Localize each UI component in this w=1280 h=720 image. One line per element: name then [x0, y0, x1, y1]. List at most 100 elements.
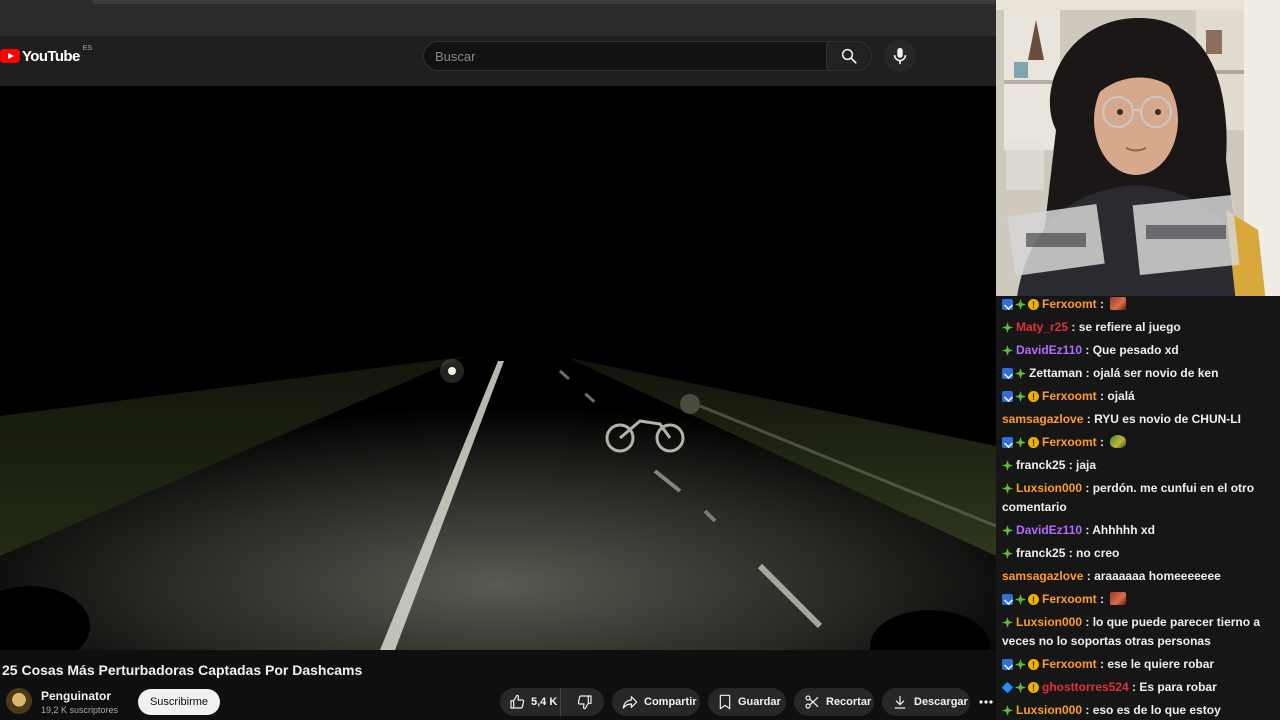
chat-username[interactable]: DavidEz110: [1016, 523, 1082, 537]
star-badge-icon: [1002, 617, 1013, 628]
star-badge-icon: [1015, 682, 1026, 693]
more-actions-button[interactable]: [976, 688, 996, 716]
chat-badges: [1002, 591, 1039, 610]
share-button[interactable]: Compartir: [612, 688, 700, 716]
chat-text: jaja: [1076, 458, 1097, 472]
chat-separator: :: [1082, 366, 1094, 380]
chat-badges: [1002, 388, 1039, 407]
chat-username[interactable]: Luxsion000: [1016, 615, 1082, 629]
chat-message: Ferxoomt :: [1002, 588, 1274, 611]
chat-separator: :: [1096, 297, 1108, 311]
dashcam-video-frame: [0, 86, 996, 650]
chat-message: Zettaman : ojalá ser novio de ken: [1002, 362, 1274, 385]
download-button[interactable]: Descargar: [882, 688, 970, 716]
prime-badge-icon: [1002, 391, 1013, 402]
chat-separator: :: [1096, 435, 1108, 449]
chat-badges: [1002, 296, 1039, 315]
star-badge-icon: [1015, 368, 1026, 379]
chat-text: no creo: [1076, 546, 1120, 560]
voice-search-button[interactable]: [884, 40, 916, 72]
chat-text: RYU es novio de CHUN-LI: [1094, 412, 1241, 426]
prime-badge-icon: [1002, 594, 1013, 605]
chat-message: DavidEz110 : Ahhhhh xd: [1002, 519, 1274, 542]
bookmark-icon: [718, 694, 732, 710]
chat-username[interactable]: Luxsion000: [1016, 703, 1082, 717]
scissors-icon: [804, 694, 820, 710]
share-label: Compartir: [644, 696, 697, 708]
youtube-play-icon: [0, 49, 20, 63]
chat-separator: :: [1065, 458, 1077, 472]
save-label: Guardar: [738, 696, 781, 708]
chat-username[interactable]: franck25: [1016, 458, 1065, 472]
region-code: ES: [82, 44, 93, 52]
chat-text: Es para robar: [1139, 680, 1217, 694]
chat-badges: [1002, 617, 1013, 628]
chat-badges: [1002, 705, 1013, 716]
subscriber-count: 19,2 K suscriptores: [41, 705, 119, 715]
chat-badges: [1002, 368, 1026, 379]
chat-emote-icon: [1110, 592, 1127, 605]
chat-username[interactable]: Maty_r25: [1016, 320, 1068, 334]
chat-badges: [1002, 656, 1039, 675]
dislike-button[interactable]: [567, 688, 604, 716]
chat-message: Ferxoomt : ojalá: [1002, 385, 1274, 408]
prime-badge-icon: [1002, 659, 1013, 670]
video-player[interactable]: [0, 86, 996, 650]
chat-username[interactable]: Zettaman: [1029, 366, 1082, 380]
star-badge-icon: [1002, 525, 1013, 536]
chat-username[interactable]: Ferxoomt: [1042, 435, 1097, 449]
chat-badges: [1002, 525, 1013, 536]
chat-username[interactable]: samsagazlove: [1002, 412, 1083, 426]
like-button[interactable]: 5,4 K: [500, 688, 561, 716]
chat-username[interactable]: DavidEz110: [1016, 343, 1082, 357]
search-icon: [840, 47, 858, 65]
thumbs-up-icon: [509, 694, 525, 710]
chat-text: ojalá: [1107, 389, 1135, 403]
chat-message: Ferxoomt : ese le quiere robar: [1002, 653, 1274, 676]
thumbs-down-icon: [577, 694, 593, 710]
chat-message: ghosttorres524 : Es para robar: [1001, 676, 1274, 699]
search-button[interactable]: [826, 41, 872, 71]
browser-tab-edge: [92, 0, 996, 4]
chat-username[interactable]: Luxsion000: [1016, 481, 1082, 495]
chat-username[interactable]: ghosttorres524: [1042, 680, 1129, 694]
chat-username[interactable]: Ferxoomt: [1042, 297, 1097, 311]
download-icon: [892, 694, 908, 710]
like-dislike-group: 5,4 K: [500, 688, 604, 716]
chat-emote-icon: [1110, 435, 1127, 448]
chat-username[interactable]: Ferxoomt: [1042, 657, 1097, 671]
chat-message: Ferxoomt :: [1002, 296, 1274, 316]
chat-username[interactable]: Ferxoomt: [1042, 389, 1097, 403]
channel-name[interactable]: Penguinator: [41, 689, 111, 703]
chat-message: Luxsion000 : lo que puede parecer tierno…: [1002, 611, 1274, 653]
star-badge-icon: [1015, 659, 1026, 670]
chat-separator: :: [1082, 523, 1093, 537]
chat-message: Luxsion000 : perdón. me cunfui en el otr…: [1002, 477, 1274, 519]
chat-username[interactable]: samsagazlove: [1002, 569, 1083, 583]
chat-message: franck25 : no creo: [1002, 542, 1274, 565]
channel-avatar[interactable]: [6, 688, 32, 714]
chat-text: Que pesado xd: [1092, 343, 1179, 357]
video-title[interactable]: 25 Cosas Más Perturbadoras Captadas Por …: [2, 662, 362, 678]
coin-badge-icon: [1028, 591, 1039, 610]
chat-badges: [1002, 345, 1013, 356]
coin-badge-icon: [1028, 656, 1039, 675]
chat-username[interactable]: franck25: [1016, 546, 1065, 560]
chat-emote-icon: [1110, 297, 1127, 310]
stream-layout: YouTube ES Buscar 25 Cosas Más Perturbad…: [0, 0, 1280, 720]
chat-message: Maty_r25 : se refiere al juego: [1002, 316, 1274, 339]
chat-badges: [1002, 434, 1039, 453]
chat-separator: :: [1083, 569, 1095, 583]
chat-text: ese le quiere robar: [1107, 657, 1215, 671]
chat-text: se refiere al juego: [1078, 320, 1181, 334]
chat-username[interactable]: Ferxoomt: [1042, 592, 1097, 606]
cube-badge-icon: [1001, 681, 1014, 694]
search-box: [423, 41, 827, 71]
clip-button[interactable]: Recortar: [794, 688, 874, 716]
search-input[interactable]: [435, 48, 826, 64]
subscribe-button[interactable]: Suscribirme: [138, 689, 220, 715]
save-button[interactable]: Guardar: [708, 688, 786, 716]
youtube-logo[interactable]: YouTube ES: [0, 44, 93, 66]
coin-badge-icon: [1028, 679, 1039, 698]
microphone-icon: [892, 47, 908, 65]
